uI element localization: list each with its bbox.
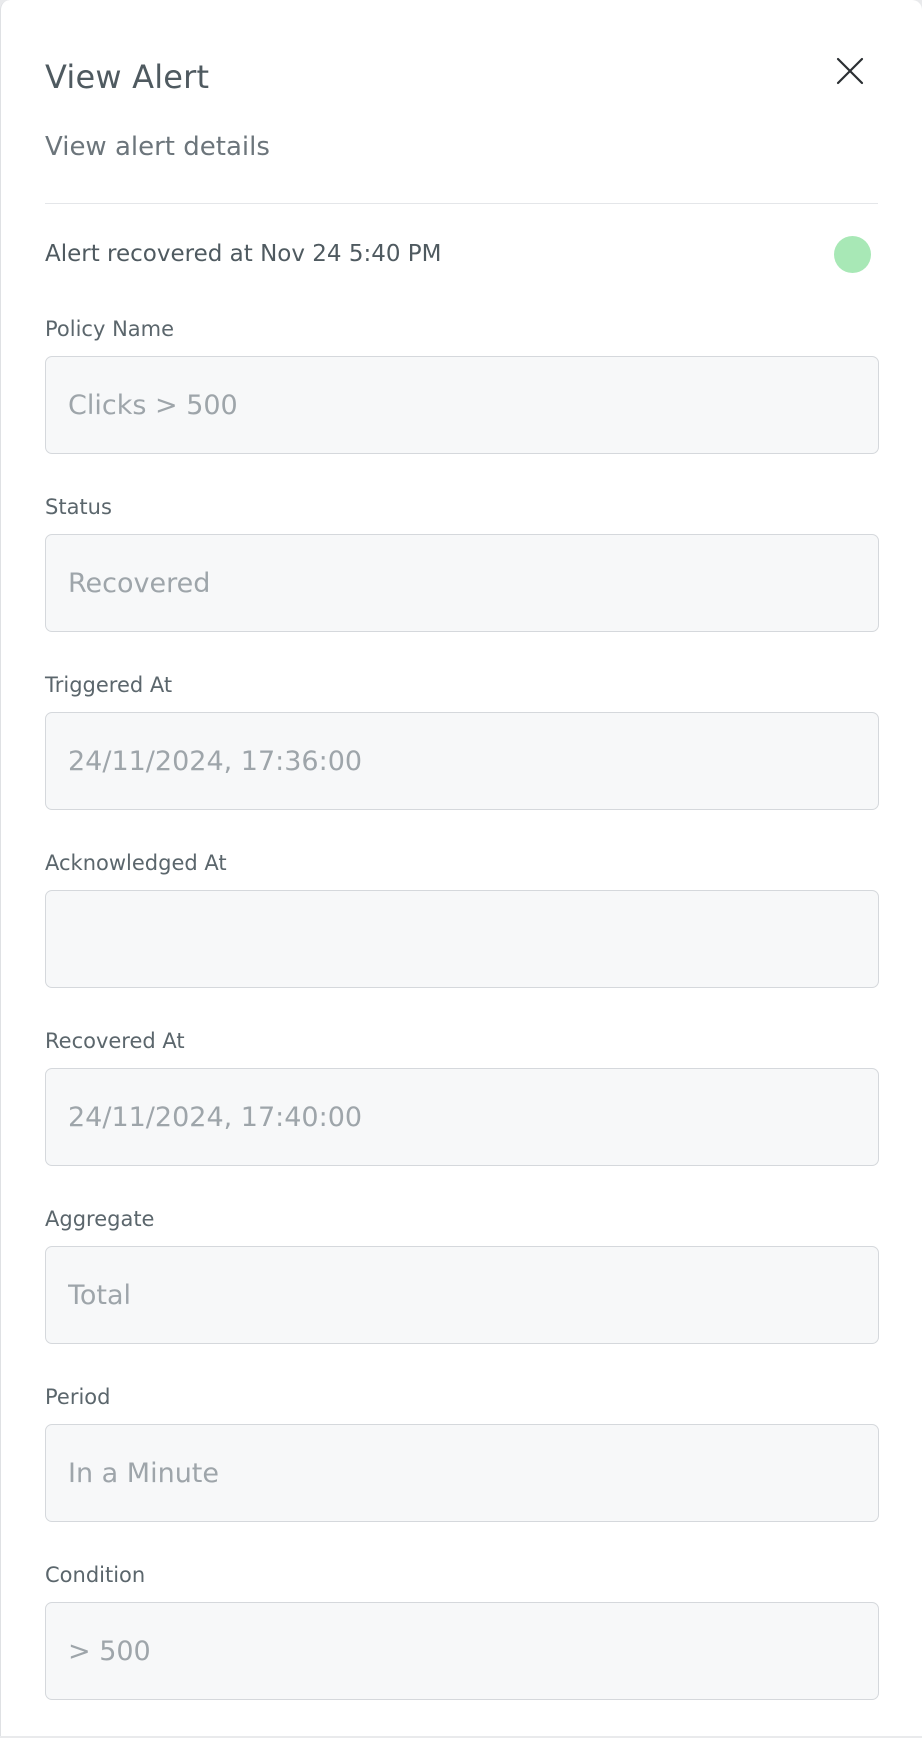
status-label: Status	[45, 495, 112, 519]
aggregate-input[interactable]	[45, 1246, 879, 1344]
close-button[interactable]	[831, 52, 869, 90]
alert-details-form: Policy Name Status Triggered At Acknowle…	[45, 314, 879, 1738]
field-status: Status	[45, 492, 879, 670]
aggregate-label: Aggregate	[45, 1207, 155, 1231]
header-divider	[45, 203, 878, 204]
field-policy-name: Policy Name	[45, 314, 879, 492]
recovered-at-label: Recovered At	[45, 1029, 185, 1053]
period-label: Period	[45, 1385, 111, 1409]
alert-status-text: Alert recovered at Nov 24 5:40 PM	[45, 241, 442, 267]
policy-name-label: Policy Name	[45, 317, 175, 341]
field-aggregate: Aggregate	[45, 1204, 879, 1382]
field-recovered-at: Recovered At	[45, 1026, 879, 1204]
acknowledged-at-label: Acknowledged At	[45, 851, 227, 875]
condition-input[interactable]	[45, 1602, 879, 1700]
field-triggered-at: Triggered At	[45, 670, 879, 848]
field-period: Period	[45, 1382, 879, 1560]
status-input[interactable]	[45, 534, 879, 632]
condition-label: Condition	[45, 1563, 146, 1587]
status-indicator-dot	[834, 236, 871, 273]
field-condition: Condition	[45, 1560, 879, 1738]
recovered-at-input[interactable]	[45, 1068, 879, 1166]
policy-name-input[interactable]	[45, 356, 879, 454]
field-acknowledged-at: Acknowledged At	[45, 848, 879, 1026]
period-input[interactable]	[45, 1424, 879, 1522]
modal-title: View Alert	[45, 58, 210, 96]
triggered-at-input[interactable]	[45, 712, 879, 810]
triggered-at-label: Triggered At	[45, 673, 173, 697]
close-icon	[836, 57, 864, 85]
modal-subtitle: View alert details	[45, 132, 270, 162]
acknowledged-at-input[interactable]	[45, 890, 879, 988]
view-alert-modal: View Alert View alert details Alert reco…	[0, 0, 922, 1736]
